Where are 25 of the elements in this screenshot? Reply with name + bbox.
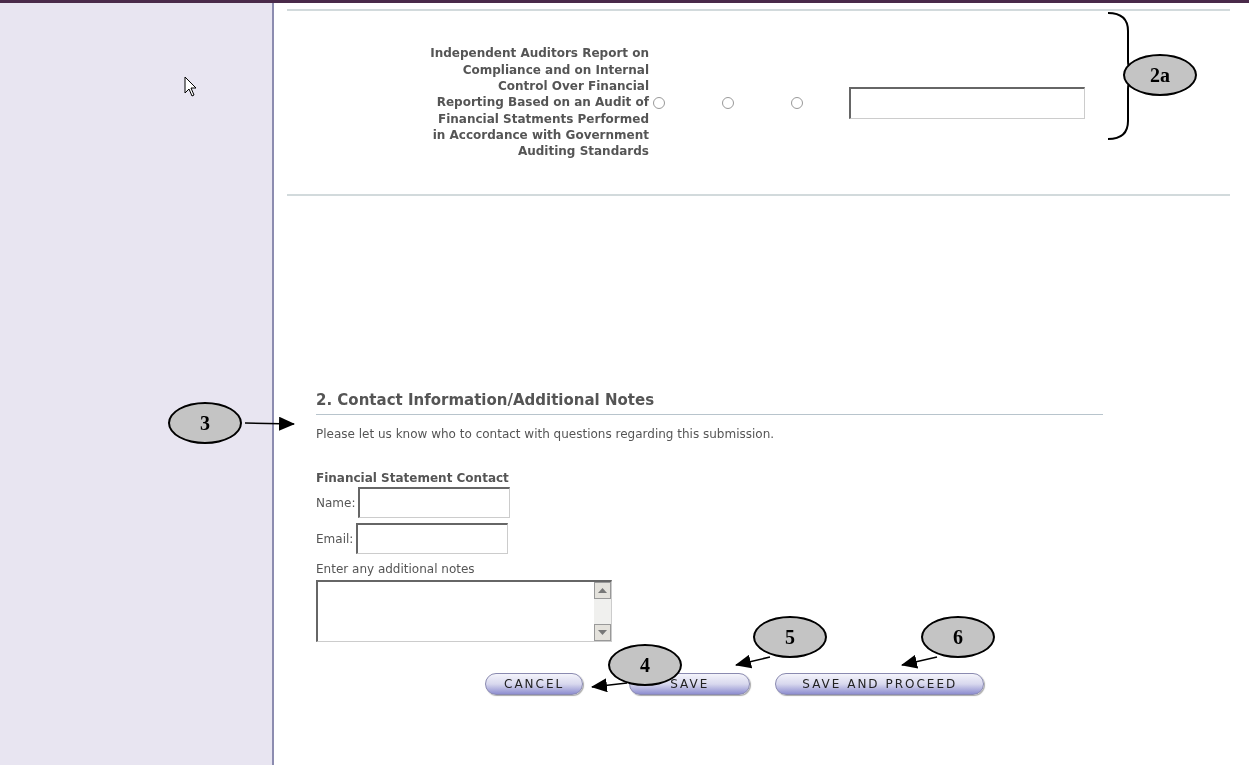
report-label: Independent Auditors Report on Compliance and on Internal Control Over Financial Reporting Based on an Audit of Financial Statments Performed in Accordance with Government Auditing Standards	[429, 45, 649, 160]
callout-bubble: 5	[753, 616, 827, 658]
contact-subheading: Financial Statement Contact	[316, 471, 510, 485]
callout-bubble: 6	[921, 616, 995, 658]
callout-arrow	[901, 654, 938, 669]
mouse-pointer-icon	[184, 76, 198, 98]
cancel-button[interactable]: CANCEL	[485, 673, 584, 695]
text-field[interactable]	[849, 86, 1085, 119]
scroll-up-icon[interactable]	[594, 582, 611, 599]
section-heading: 2. Contact Information/Additional Notes	[316, 391, 1103, 415]
notes-label: Enter any additional notes	[316, 562, 476, 576]
radio-button[interactable]	[722, 96, 734, 109]
callout-arrow	[735, 654, 771, 669]
callout-bubble: 2a	[1123, 54, 1197, 96]
input-field[interactable]	[356, 523, 509, 554]
radio-button[interactable]	[791, 96, 803, 109]
scroll-down-icon[interactable]	[594, 624, 611, 641]
notes-field[interactable]	[316, 580, 612, 642]
intro-text: Please let us know who to contact with questions regarding this submission.	[316, 427, 776, 441]
field-label: Name:	[316, 495, 356, 510]
callout-arrow	[244, 416, 295, 431]
radio-button[interactable]	[653, 96, 665, 109]
save-proceed-button[interactable]: SAVE AND PROCEED	[775, 673, 985, 695]
field-label: Email:	[316, 531, 354, 546]
input-field[interactable]	[358, 487, 511, 518]
